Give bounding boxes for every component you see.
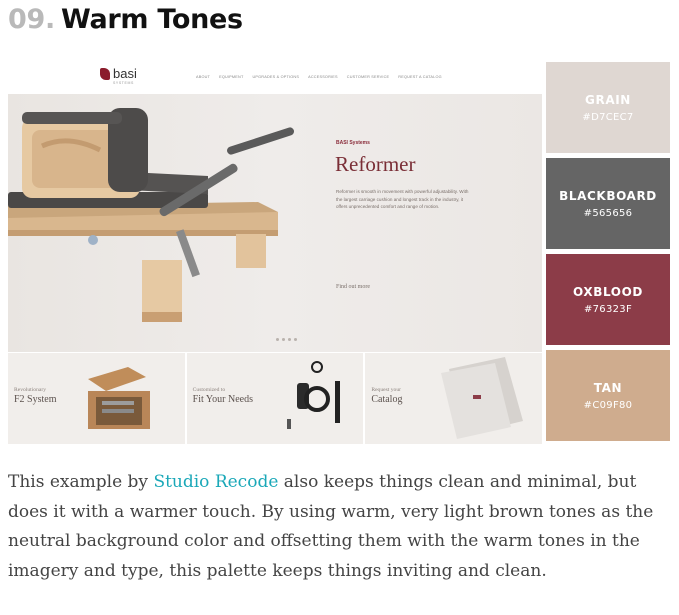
nav-equipment[interactable]: EQUIPMENT [219,75,243,79]
tile-catalog[interactable]: Request your Catalog [365,353,542,444]
tile-catalog-text: Request your Catalog [371,387,403,405]
swatch-hex: #D7CEC7 [582,112,634,123]
basi-logo[interactable]: basi SYSTEMS [100,66,137,85]
site-nav: basi SYSTEMS ABOUT EQUIPMENT UPGRADES & … [8,62,542,94]
section-number: 09. [8,4,55,35]
swatch-blackboard: BLACKBOARD #565656 [546,158,670,249]
basi-logo-icon [100,68,110,80]
swatch-grain: GRAIN #D7CEC7 [546,62,670,153]
website-screenshot: basi SYSTEMS ABOUT EQUIPMENT UPGRADES & … [8,62,542,444]
nav-request-catalog[interactable]: REQUEST A CATALOG [398,75,442,79]
tile-f2-system[interactable]: Revolutionary F2 System [8,353,185,444]
swatch-name: TAN [593,381,623,395]
feature-tiles: Revolutionary F2 System Customized to Fi… [8,353,542,444]
hero-brand: BASI Systems [336,140,370,146]
tile-fit-text: Customized to Fit Your Needs [192,387,253,405]
section-title: Warm Tones [60,4,243,35]
nav-about[interactable]: ABOUT [196,75,210,79]
swatch-hex: #565656 [583,208,633,219]
swatch-oxblood: OXBLOOD #76323F [546,254,670,345]
swatch-name: GRAIN [585,93,631,107]
find-out-more-link[interactable]: Find out more [336,284,370,290]
studio-recode-link[interactable]: Studio Recode [153,472,278,492]
swatch-tan: TAN #C09F80 [546,350,670,441]
hero-banner: BASI Systems Reformer Reformer is smooth… [8,94,542,352]
logo-subtext: SYSTEMS [113,81,134,85]
hero-title: Reformer [335,152,416,176]
description-paragraph: This example by Studio Recode also keeps… [8,472,654,581]
tile-fit-needs[interactable]: Customized to Fit Your Needs [186,353,364,444]
section-heading: 09. Warm Tones [8,4,243,35]
nav-upgrades[interactable]: UPGRADES & OPTIONS [252,75,299,79]
swatch-hex: #76323F [583,304,633,315]
logo-text: basi [113,66,137,81]
reformer-illustration [8,108,295,322]
carousel-dots[interactable] [276,338,297,341]
swatch-name: OXBLOOD [573,285,643,299]
swatch-hex: #C09F80 [583,400,633,411]
nav-customer-service[interactable]: CUSTOMER SERVICE [347,75,390,79]
tile-f2-text: Revolutionary F2 System [14,387,57,405]
swatch-name: BLACKBOARD [559,189,657,203]
hero-description: Reformer is smooth in movement with powe… [336,189,469,210]
nav-links: ABOUT EQUIPMENT UPGRADES & OPTIONS ACCES… [196,75,442,79]
nav-accessories[interactable]: ACCESSORIES [308,75,338,79]
